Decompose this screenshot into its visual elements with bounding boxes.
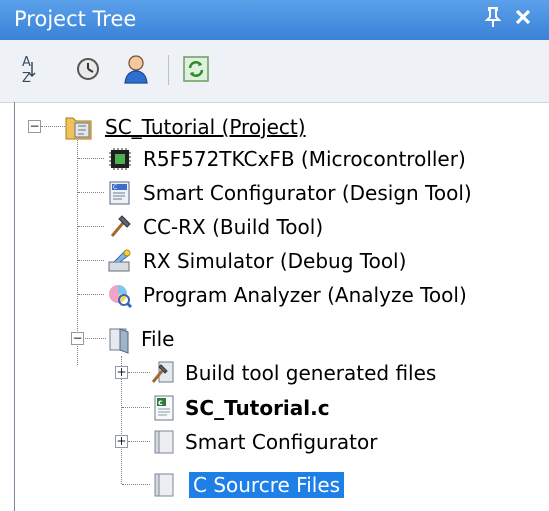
c-source-files-label: C Sourcre Files	[189, 472, 345, 498]
tree-item-microcontroller[interactable]: R5F572TKCxFB (Microcontroller)	[105, 142, 466, 176]
folder-icon	[149, 470, 179, 500]
hammer-icon	[105, 212, 135, 242]
debug-tool-label: RX Simulator (Debug Tool)	[143, 249, 407, 273]
tree-item-smart-configurator[interactable]: Smart Configurator	[149, 425, 377, 459]
tree-item-generated-files[interactable]: Build tool generated files	[149, 356, 436, 390]
build-tool-label: CC-RX (Build Tool)	[143, 215, 324, 239]
pin-icon[interactable]	[484, 6, 502, 33]
chip-icon	[105, 144, 135, 174]
clock-icon[interactable]	[70, 51, 106, 87]
tree-item-source-file[interactable]: c SC_Tutorial.c	[149, 391, 330, 425]
collapse-file-toggle[interactable]: −	[71, 332, 84, 345]
user-icon[interactable]	[118, 51, 154, 87]
project-label: SC_Tutorial (Project)	[105, 115, 306, 139]
microcontroller-label: R5F572TKCxFB (Microcontroller)	[143, 147, 466, 171]
generated-files-icon	[149, 358, 179, 388]
toolbar-separator	[168, 55, 169, 85]
close-icon[interactable]	[514, 4, 532, 32]
sort-alphabetical-icon[interactable]: A Z	[10, 51, 46, 87]
tree-item-c-source-files[interactable]: C Sourcre Files	[149, 468, 345, 502]
svg-text:A: A	[22, 55, 31, 70]
design-tool-label: Smart Configurator (Design Tool)	[143, 181, 472, 205]
tree-line	[78, 260, 104, 261]
tree-line	[78, 226, 104, 227]
tree-line	[77, 129, 78, 365]
tree-item-analyze-tool[interactable]: Program Analyzer (Analyze Tool)	[105, 278, 467, 312]
generated-files-label: Build tool generated files	[185, 361, 437, 385]
source-file-label: SC_Tutorial.c	[185, 396, 330, 420]
smart-configurator-icon: C	[105, 178, 135, 208]
svg-text:C: C	[113, 184, 117, 191]
svg-text:c: c	[158, 398, 163, 407]
project-icon	[63, 112, 97, 142]
tree-line	[78, 192, 104, 193]
tree-item-debug-tool[interactable]: RX Simulator (Debug Tool)	[105, 244, 406, 278]
file-label: File	[141, 327, 175, 351]
tree-line	[78, 158, 104, 159]
c-file-icon: c	[149, 393, 179, 423]
file-folder-icon	[105, 324, 135, 354]
folder-icon	[149, 427, 179, 457]
expand-generated-files-toggle[interactable]: +	[115, 366, 128, 379]
tree-line	[85, 338, 106, 339]
expand-smart-configurator-toggle[interactable]: +	[115, 435, 128, 448]
tree-line	[128, 372, 150, 373]
toolbar: A Z	[0, 40, 549, 103]
tree-item-build-tool[interactable]: CC-RX (Build Tool)	[105, 210, 323, 244]
tree-item-project[interactable]: SC_Tutorial (Project)	[63, 110, 306, 144]
collapse-project-toggle[interactable]: −	[28, 120, 41, 133]
tree-item-design-tool[interactable]: C Smart Configurator (Design Tool)	[105, 176, 472, 210]
tree-line	[128, 441, 150, 442]
tree-item-file[interactable]: File	[105, 322, 174, 356]
title-bar: Project Tree	[0, 0, 549, 40]
panel-title: Project Tree	[14, 7, 137, 31]
project-tree: − − + + SC_Tutorial (Project) R5F572TKCx…	[14, 102, 548, 511]
analyze-tool-label: Program Analyzer (Analyze Tool)	[143, 283, 467, 307]
tree-line	[122, 484, 150, 485]
simulator-icon	[105, 246, 135, 276]
tree-line	[78, 294, 104, 295]
program-analyzer-icon	[105, 280, 135, 310]
smart-configurator-label: Smart Configurator	[185, 430, 378, 454]
refresh-icon[interactable]	[178, 51, 214, 87]
tree-line	[122, 407, 150, 408]
